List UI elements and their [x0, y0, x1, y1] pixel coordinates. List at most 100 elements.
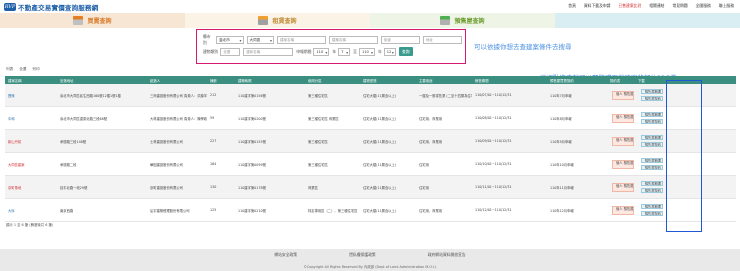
cell-address: 承德路三段148號 — [60, 139, 87, 144]
year-to-select[interactable]: 110 — [358, 47, 375, 56]
print-button[interactable]: 列印 — [32, 67, 39, 72]
cell-name[interactable]: 中和 — [5, 116, 57, 121]
contract-download-button[interactable]: 預售屋契約 — [640, 118, 663, 125]
contract-download-button[interactable]: 預售屋契約 — [640, 210, 663, 217]
contract-view-button[interactable]: 個人 預售屋買賣契約 — [612, 205, 634, 215]
col-header[interactable]: 起造人 — [147, 78, 207, 83]
cell-type: 住宅大樓(11層含以上) — [363, 185, 397, 190]
contract-view-button[interactable]: 個人 預售屋買賣契約 — [612, 90, 634, 100]
cell-type: 住宅大樓(11層含以上) — [363, 139, 397, 144]
col-header[interactable]: 契約書 — [607, 78, 635, 83]
address-input[interactable]: 地址 — [422, 36, 462, 44]
footer-link-security[interactable]: 網站安全政策 — [274, 252, 297, 258]
nav-faq[interactable]: 常見問題 — [672, 3, 687, 9]
table-footer-note: 顯示 1 至 6 筆 (篩選後共 6 筆) — [6, 223, 54, 227]
tab-sale-label: 買賣查詢 — [87, 18, 112, 25]
col-header[interactable]: 坐落地址 — [57, 78, 147, 83]
contract-download-button[interactable]: 預售屋契約 — [640, 164, 663, 171]
contract-view-button[interactable]: 個人 預售屋買賣契約 — [612, 182, 634, 192]
cell-count: 125 — [210, 208, 217, 212]
month-to-select[interactable]: 12 — [383, 47, 396, 56]
summary-download-button[interactable]: 預售屋概要 — [640, 180, 663, 187]
contract-view-button[interactable]: 個人 預售屋買賣契約 — [612, 159, 634, 169]
cell-name[interactable]: 京町角地 — [5, 185, 57, 190]
col-header[interactable]: 下載 — [635, 78, 665, 83]
contract-download-button[interactable]: 預售屋契約 — [640, 141, 663, 148]
type-label: 建物類別 — [203, 48, 219, 54]
street-input[interactable]: 街道 — [380, 36, 420, 44]
nav-compare[interactable]: 已售建案比對 — [618, 3, 641, 9]
col-header[interactable]: 預售屋買賣契約 — [547, 78, 607, 83]
cell-permit: 110建字第0156號 — [238, 93, 266, 98]
to-label: 至 — [353, 48, 357, 54]
col-header[interactable]: 棟數 — [207, 78, 235, 83]
col-header[interactable]: 建築執照 — [235, 78, 305, 83]
footer-link-privacy[interactable]: 隱私權保護政策 — [349, 252, 376, 258]
copyright: ©Copyright All Rights Reserved By 內政部 (D… — [303, 265, 437, 269]
nav-download[interactable]: 資料下載及申請 — [584, 3, 611, 9]
col-header[interactable]: 銷售期間 — [472, 78, 547, 83]
cell-use: 住宅用、商業用 — [419, 116, 443, 121]
summary-download-button[interactable]: 預售屋概要 — [640, 157, 663, 164]
summary-download-button[interactable]: 預售屋概要 — [640, 203, 663, 210]
contract-view-button[interactable]: 個人 預售屋買賣契約 — [612, 136, 634, 146]
table-row[interactable]: 中和 臺北市大同區重慶北路三段68號 大林建設股份有限公司 負責人：陳學政 59 110… — [5, 107, 736, 130]
nav-contact[interactable]: 聯上服務 — [719, 3, 734, 9]
col-header[interactable]: 建物型態 — [360, 78, 416, 83]
cell-name[interactable]: 大同區建案 — [5, 162, 57, 167]
cell-name[interactable]: 新山丹前 — [5, 139, 57, 144]
list-view-button[interactable]: 列表 — [6, 67, 13, 72]
tab-presale[interactable]: 預售屋查詢 — [370, 13, 555, 28]
tab-rent[interactable]: 租賃查詢 — [185, 13, 370, 28]
table-row[interactable]: 京町角地 延平北路一段29號 京町建設股份有限公司 130 110建字第0178號 商業區… — [5, 176, 736, 199]
cell-builder: 弘宇建築經理股份有限公司 — [150, 208, 190, 213]
district-select[interactable]: 大同區 — [246, 36, 274, 44]
search-button[interactable]: 查詢 — [398, 47, 413, 56]
month-from-select[interactable]: 7 — [338, 47, 351, 56]
table-row[interactable]: 大序 南京西路 弘宇建築經理股份有限公司 125 110建字第0210號 特定專用區（二）… — [5, 199, 736, 222]
building-name-input[interactable]: 建築名稱 — [328, 36, 378, 44]
cell-builder: 華固建設股份有限公司 — [150, 162, 183, 167]
cell-permit: 110建字第0210號 — [238, 208, 266, 213]
search-hint-annotation: 可以依據你想去查建案條件去搜尋 — [474, 43, 572, 51]
tab-other[interactable] — [555, 13, 740, 28]
table-header: 建案名稱 坐落地址 起造人 棟數 建築執照 使用分區 建物型態 主要用途 銷售期… — [5, 76, 736, 84]
cell-use: 住宅用 — [419, 162, 429, 167]
cell-use: 住宅用、商業用 — [419, 139, 443, 144]
col-header[interactable]: 主要用途 — [416, 78, 472, 83]
cell-zone: 商業區 — [308, 185, 318, 190]
summary-download-button[interactable]: 預售屋概要 — [640, 88, 663, 95]
year-from-select[interactable]: 110 — [313, 47, 330, 56]
cell-contract_no: 110年9月申報 — [550, 139, 572, 144]
cell-name[interactable]: 寶徠 — [5, 93, 57, 98]
site-logo[interactable]: RVP 不動產交易實價查詢服務網 — [4, 2, 98, 12]
tab-sale[interactable]: 買賣查詢 — [0, 13, 185, 28]
table-body: 寶徠 臺北市大同區民生西路160號12樓1號1樓 三商建設股份有限公司 負責人：洪錦… — [5, 84, 736, 222]
nav-home[interactable]: 首頁 — [568, 3, 576, 9]
contract-download-button[interactable]: 預售屋契約 — [640, 95, 663, 102]
col-header[interactable]: 建案名稱 — [5, 78, 57, 83]
cell-permit: 110建字第0155號 — [238, 139, 266, 144]
nav-links[interactable]: 相關連結 — [649, 3, 664, 9]
cell-count: 59 — [210, 116, 215, 120]
footer-link-opendata[interactable]: 政府網站資料開放宣告 — [428, 252, 466, 258]
nav-service[interactable]: 全國服務 — [696, 3, 711, 9]
col-header[interactable]: 使用分區 — [305, 78, 360, 83]
cell-address: 臺北市大同區民生西路160號12樓1號1樓 — [60, 93, 121, 98]
summary-download-button[interactable]: 預售屋概要 — [640, 111, 663, 118]
cell-name[interactable]: 大序 — [5, 208, 57, 213]
summary-download-button[interactable]: 預售屋概要 — [640, 134, 663, 141]
table-row[interactable]: 新山丹前 承德路三段148號 士林建設股份有限公司 227 110建字第0155號 第三種… — [5, 130, 736, 153]
table-row[interactable]: 寶徠 臺北市大同區民生西路160號12樓1號1樓 三商建設股份有限公司 負責人：洪錦… — [5, 84, 736, 107]
project-name-input[interactable]: 建案名稱 — [276, 36, 326, 44]
builder-input[interactable]: 建商名稱 — [243, 47, 294, 56]
cell-period: 110/11/01~110/12/31 — [475, 185, 512, 189]
type-input[interactable]: 全選 — [220, 47, 241, 56]
query-tabs: 買賣查詢 租賃查詢 預售屋查詢 — [0, 13, 740, 28]
contract-view-button[interactable]: 個人 預售屋買賣契約 — [612, 113, 634, 123]
table-row[interactable]: 大同區建案 承德路二段 華固建設股份有限公司 164 110建字第0099號 第三種住宅區… — [5, 153, 736, 176]
city-select[interactable]: 臺北市 — [216, 36, 244, 44]
year-unit: 年 — [332, 48, 337, 54]
select-all-button[interactable]: 全選 — [19, 67, 26, 72]
contract-download-button[interactable]: 預售屋契約 — [640, 187, 663, 194]
